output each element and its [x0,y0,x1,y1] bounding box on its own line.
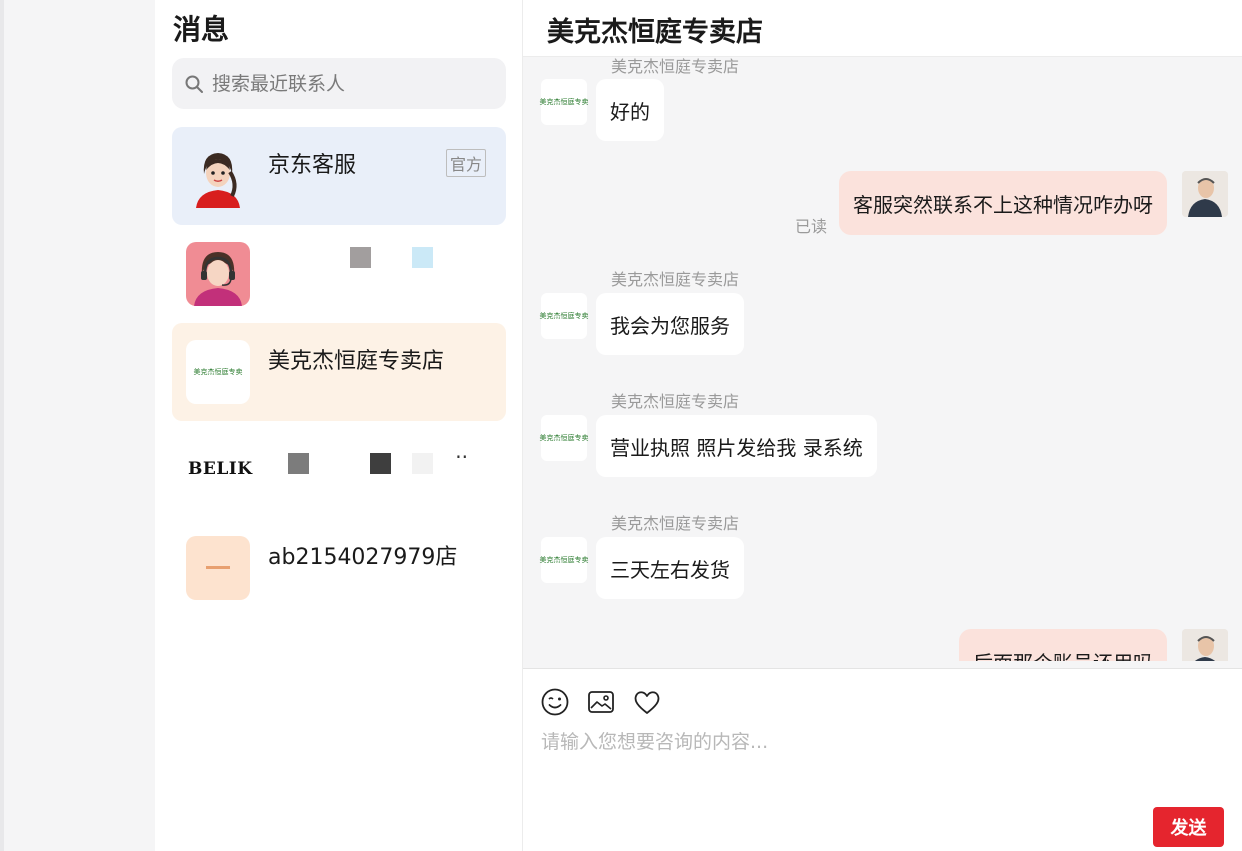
contacts-title: 消息 [173,13,230,46]
search-input[interactable] [212,72,492,95]
avatar [186,242,250,306]
store-logo-text: 美克杰恒庭专卖 [539,98,589,106]
message-input[interactable] [541,727,1221,787]
contact-name: 美克杰恒庭专卖店 [268,349,445,374]
store-logo-text: 美克杰恒庭专卖 [193,368,243,376]
message-bubble: 我会为您服务 [596,293,744,355]
message-bubble-self: 客服突然联系不上这种情况咋办呀 [839,171,1167,235]
left-rail [0,0,155,851]
image-icon[interactable] [586,687,616,717]
avatar: 美克杰恒庭专卖 [186,340,250,404]
masked-text [350,247,371,268]
contact-item-ab-store[interactable]: ab2154027979店 [172,519,506,617]
search-icon [185,75,203,93]
emoji-icon[interactable] [540,687,570,717]
contact-item-masked[interactable] [172,225,506,323]
user-avatar [1182,629,1228,661]
store-logo-text: 美克杰恒庭专卖 [539,312,589,320]
message-bubble: 营业执照 照片发给我 录系统 [596,415,877,477]
official-badge: 官方 [445,149,486,177]
store-avatar: 美克杰恒庭专卖 [539,293,589,339]
more-dots: ·· [455,445,468,469]
masked-text [370,453,391,474]
contacts-panel: 消息 京东客服 官方 [155,0,523,851]
search-box[interactable] [172,58,506,109]
message-bubble: 好的 [596,79,664,141]
message-sender: 美克杰恒庭专卖店 [611,57,740,76]
store-avatar: 美克杰恒庭专卖 [539,415,589,461]
chat-header: 美克杰恒庭专卖店 [523,0,1242,57]
chat-panel: 美克杰恒庭专卖店 美克杰恒庭专卖店 美克杰恒庭专卖 好的 客服突然联系不上这种情… [523,0,1242,851]
store-avatar: 美克杰恒庭专卖 [539,537,589,583]
contact-name: BELIK [188,459,253,479]
avatar [186,536,250,600]
avatar [186,144,250,208]
store-avatar: 美克杰恒庭专卖 [539,79,589,125]
user-avatar [1182,171,1228,217]
contact-item-belik[interactable]: BELIK ·· [172,421,506,519]
masked-text [412,453,433,474]
message-bubble-self: 后面那个账号还用吗 [959,629,1167,661]
masked-text [412,247,433,268]
send-button[interactable]: 发送 [1153,807,1224,847]
store-logo-text: 美克杰恒庭专卖 [539,556,589,564]
message-sender: 美克杰恒庭专卖店 [611,392,740,411]
store-logo-text: 美克杰恒庭专卖 [539,434,589,442]
contact-name: ab2154027979店 [268,545,458,570]
heart-icon[interactable] [632,687,662,717]
masked-text [288,453,309,474]
message-sender: 美克杰恒庭专卖店 [611,514,740,533]
composer: 发送 [523,668,1242,851]
message-sender: 美克杰恒庭专卖店 [611,270,740,289]
contact-item-meikejie[interactable]: 美克杰恒庭专卖 美克杰恒庭专卖店 [172,323,506,421]
contact-item-jd-service[interactable]: 京东客服 官方 [172,127,506,225]
message-list[interactable]: 美克杰恒庭专卖店 美克杰恒庭专卖 好的 客服突然联系不上这种情况咋办呀 已读 美… [523,57,1242,661]
read-status: 已读 [794,217,827,236]
contact-name: 京东客服 [268,153,357,178]
message-bubble: 三天左右发货 [596,537,744,599]
chat-title: 美克杰恒庭专卖店 [547,17,763,48]
